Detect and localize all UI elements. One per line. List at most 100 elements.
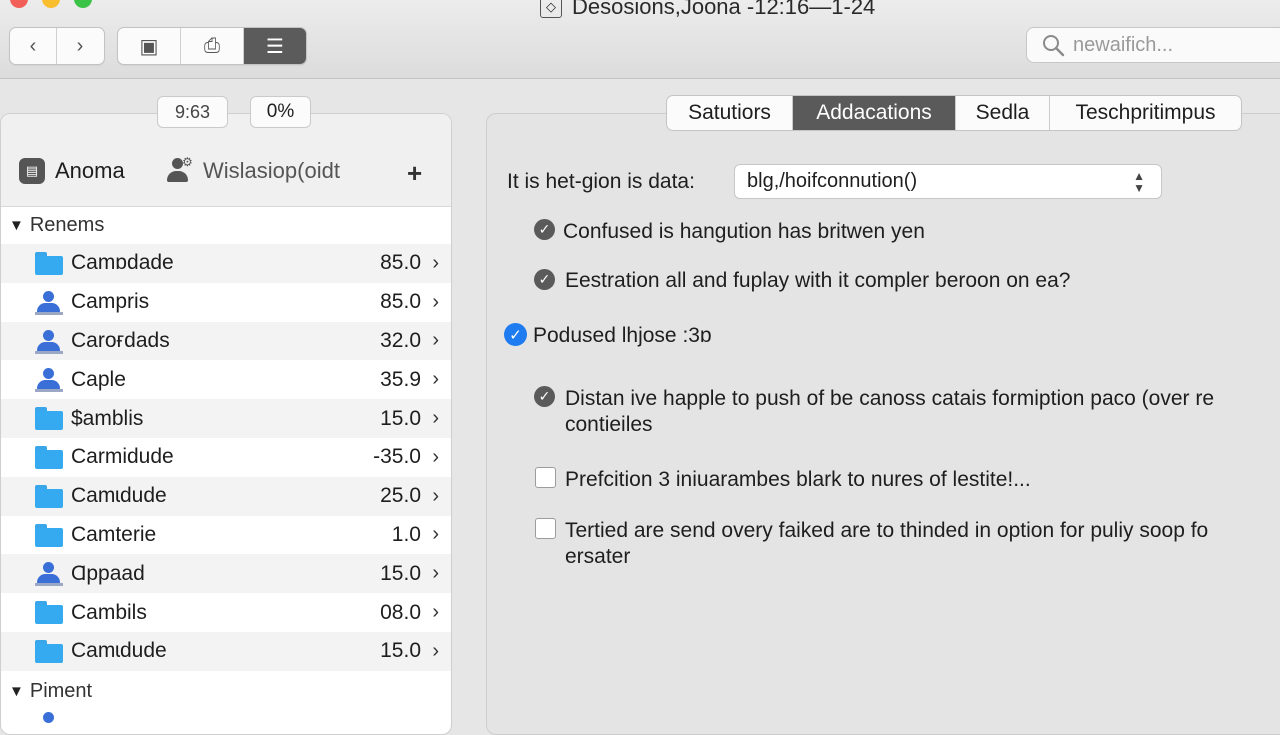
list-item[interactable]: Caroғdads 32.0 › — [1, 321, 451, 361]
data-select[interactable]: blg,/hoifconnution() ▲ ▼ — [734, 164, 1162, 199]
list-item[interactable]: Camɒdade 85.0 › — [1, 244, 451, 283]
chevron-left-icon: ‹ — [29, 34, 37, 57]
minimize-window-button[interactable] — [42, 0, 60, 8]
document-icon: ◇ — [540, 0, 562, 18]
item-value: 35.9 — [380, 367, 421, 391]
book-icon: ▤ — [19, 158, 45, 184]
list-item[interactable]: Carmidude -35.0 › — [1, 438, 451, 477]
item-value: 32.0 — [380, 328, 421, 352]
chevron-right-icon: › — [432, 251, 439, 274]
back-button[interactable]: ‹ — [10, 28, 57, 64]
sidebar-tab-anoma[interactable]: ▤ Anoma — [19, 158, 125, 184]
zoom-window-button[interactable] — [74, 0, 92, 8]
item-value: 85.0 — [380, 290, 421, 314]
list-item[interactable]: Campris 85.0 › — [1, 283, 451, 322]
disclosure-triangle-icon: ▼ — [9, 682, 24, 700]
folder-icon — [35, 523, 63, 548]
folder-icon — [35, 601, 63, 625]
item-value: 85.0 — [380, 251, 421, 275]
sidebar-tab-label: Wislasiop(oidt — [203, 158, 340, 183]
item-name: Camɒdade — [71, 251, 174, 275]
window-title: ◇ Desosions,Joona -12:16—1-24 — [540, 0, 875, 20]
sidebar-tab-label: Anoma — [55, 158, 125, 183]
person-icon — [35, 290, 63, 315]
view-list-button[interactable]: ☰ — [244, 28, 306, 64]
item-name: Ɑppaad — [71, 561, 145, 585]
updown-arrows-icon: ▲ ▼ — [1133, 169, 1145, 195]
list-item[interactable]: Cambils 08.0 › — [1, 593, 451, 632]
search-placeholder: newaifich... — [1073, 33, 1174, 56]
forward-button[interactable]: › — [57, 28, 103, 64]
chevron-right-icon: › — [432, 562, 439, 585]
list-item[interactable]: Camterie 1.0 › — [1, 516, 451, 555]
chevron-right-icon: › — [432, 445, 439, 468]
user-settings-icon: ⚙ — [167, 155, 193, 184]
share-view-icon: ⎙ — [204, 34, 220, 57]
sidebar-header: ▤ Anoma ⚙ Wislasiop(oidt + — [1, 114, 451, 207]
list-item[interactable]: Ɑppaad 15.0 › — [1, 554, 451, 594]
item-value: 15.0 — [380, 639, 421, 663]
list-view-icon: ☰ — [266, 35, 284, 58]
checkmark-icon[interactable]: ✓ — [534, 219, 555, 240]
item-name: $amblis — [71, 406, 144, 430]
checkbox[interactable] — [535, 518, 556, 539]
columns-view-icon: ▣ — [139, 35, 159, 58]
option-label-continuation: contieiles — [565, 413, 653, 436]
group-header-piment[interactable]: ▼ Piment — [1, 672, 451, 710]
person-icon — [35, 712, 63, 734]
folder-icon — [35, 252, 63, 276]
view-mode-buttons: ▣ ⎙ ☰ — [117, 27, 307, 65]
option-label: Prefcition 3 iniuarambes blark to nures … — [565, 468, 1031, 491]
view-columns-button[interactable]: ▣ — [118, 28, 181, 64]
folder-icon — [35, 407, 63, 431]
list-item[interactable]: Camɩdude 15.0 › — [1, 631, 451, 671]
tab-addacations[interactable]: Addacations — [793, 96, 956, 130]
search-field[interactable]: newaifich... — [1026, 27, 1280, 63]
option-label: Tertied are send overy faiked are to thi… — [565, 519, 1209, 542]
item-value: 15.0 — [380, 561, 421, 585]
view-share-button[interactable]: ⎙ — [181, 28, 244, 64]
select-value: blg,/hoifconnution() — [747, 170, 918, 192]
list-item[interactable]: Caple 35.9 › — [1, 360, 451, 399]
detail-tabs: Satutiors Addacations Sedla Teschpritimp… — [666, 95, 1242, 131]
list-item[interactable]: Camɩdude 25.0 › — [1, 476, 451, 516]
item-name: Caroғdads — [71, 328, 170, 352]
checkbox[interactable] — [535, 467, 556, 488]
person-icon — [35, 329, 63, 354]
window-title-text: Desosions,Joona -12:16—1-24 — [572, 0, 876, 19]
item-value: 25.0 — [380, 484, 421, 508]
list-item[interactable]: $amblis 15.0 › — [1, 399, 451, 438]
sidebar-panel: ▤ Anoma ⚙ Wislasiop(oidt + ▼ Renems Camɒ… — [0, 113, 452, 735]
chevron-right-icon: › — [432, 601, 439, 624]
group-header-renems[interactable]: ▼ Renems — [1, 206, 451, 244]
group-label: Piment — [29, 679, 93, 702]
data-field-label: It is het-gion is data: — [507, 170, 695, 193]
chevron-right-icon: › — [432, 368, 439, 391]
folder-icon — [35, 484, 63, 509]
item-list: Camɒdade 85.0 › Campris 85.0 › Caroғdads 32.0… — [1, 244, 451, 671]
navigation-buttons: ‹ › — [9, 27, 105, 65]
counter-percent[interactable]: 0% — [250, 96, 311, 128]
item-value: -35.0 — [373, 445, 421, 469]
add-button[interactable]: + — [407, 158, 422, 189]
item-name: Carmidude — [71, 445, 174, 469]
close-window-button[interactable] — [10, 0, 28, 8]
search-icon — [1043, 35, 1065, 57]
option-label: Eestration all and fuplay with it comple… — [565, 269, 1071, 292]
tab-sedla[interactable]: Sedla — [956, 96, 1050, 130]
person-icon — [35, 562, 63, 587]
item-name: Cambils — [71, 600, 147, 624]
option-label: Distan ive happle to push of be canoss c… — [565, 387, 1215, 410]
checkmark-icon[interactable]: ✓ — [534, 269, 555, 290]
chevron-right-icon: › — [432, 523, 439, 546]
sidebar-tab-wislasiop[interactable]: ⚙ Wislasiop(oidt — [167, 155, 340, 184]
tab-satutiors[interactable]: Satutiors — [667, 96, 793, 130]
item-name: Camterie — [71, 522, 157, 546]
item-name: Camɩdude — [71, 639, 167, 663]
tab-teschpritimpus[interactable]: Teschpritimpus — [1050, 96, 1241, 130]
counter-time[interactable]: 9:63 — [157, 96, 228, 128]
checkmark-icon[interactable]: ✓ — [534, 386, 555, 407]
radio-selected-icon[interactable]: ✓ — [504, 323, 527, 346]
folder-icon — [35, 445, 63, 470]
item-name: Camɩdude — [71, 484, 167, 508]
